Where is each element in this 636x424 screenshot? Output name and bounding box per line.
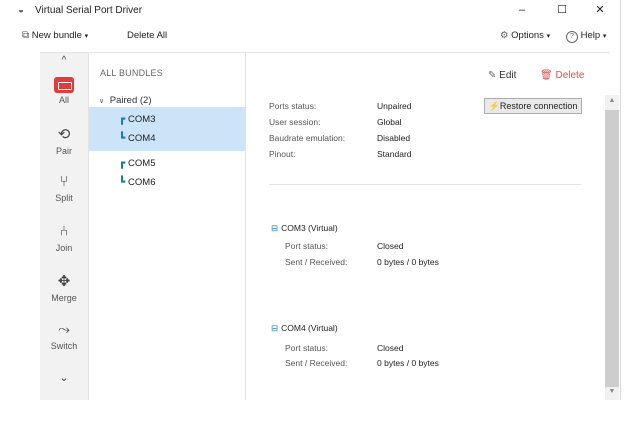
summary-label: Baudrate emulation: (269, 133, 346, 143)
details-scrollbar[interactable]: ▲ ▼ (605, 95, 619, 400)
options-label: Options (511, 30, 544, 41)
app-logo-icon: ◒ (18, 5, 25, 16)
summary-value: Standard (377, 149, 412, 159)
chevron-down-icon: ∨ (99, 98, 105, 105)
edit-label: Edit (499, 70, 517, 81)
sidebar-item-label: Switch (50, 341, 78, 351)
device-value: Closed (377, 241, 404, 251)
pencil-icon: ✎ (488, 70, 497, 81)
device-value: Closed (377, 343, 404, 353)
plug-icon: ⚡ (488, 101, 500, 111)
options-menu[interactable]: ⚙ Options ▾ (500, 30, 550, 41)
port-label: COM4 (128, 133, 156, 144)
gear-icon: ⚙ (500, 30, 509, 41)
sidebar-item-label: Split (55, 193, 73, 203)
title-bar: ◒ Virtual Serial Port Driver – ☐ ✕ (0, 0, 620, 22)
port-label: COM3 (128, 114, 156, 125)
port-item-com6[interactable]: ┗ COM6 (119, 177, 155, 188)
device-label: Port status: (285, 241, 328, 251)
sidebar-item-join[interactable]: ⑃ Join (40, 223, 88, 253)
device-value: 0 bytes / 0 bytes (377, 358, 439, 368)
serial-device-icon: ⊟ (271, 223, 279, 233)
restore-connection-button[interactable]: ⚡Restore connection (484, 98, 582, 114)
device-label: Port status: (285, 343, 328, 353)
port-label: COM6 (128, 177, 156, 188)
section-divider (269, 184, 581, 185)
merge-icon: ✥ (57, 273, 71, 290)
port-link-icon: ┗ (119, 177, 126, 188)
join-icon: ⑃ (59, 223, 69, 240)
scrollbar-thumb[interactable] (605, 110, 619, 387)
help-label: Help (580, 30, 601, 41)
sidebar-item-label: Join (55, 243, 73, 253)
switch-icon: ⤳ (57, 321, 70, 338)
help-menu[interactable]: ? Help ▾ (566, 30, 606, 43)
device-title-com3: ⊟ COM3 (Virtual) (271, 223, 338, 234)
delete-button[interactable]: 🗑 Delete (540, 70, 584, 81)
tree-group-label: Paired (2) (109, 95, 152, 106)
new-bundle-icon: ⧉ (22, 30, 30, 41)
sidebar-item-pair[interactable]: ⟲ Pair (40, 126, 88, 156)
sidebar-scroll-down[interactable]: ⌄ (40, 371, 88, 384)
new-bundle-button[interactable]: ⧉ New bundle ▾ (22, 30, 88, 41)
window-title: Virtual Serial Port Driver (35, 5, 143, 16)
chevron-down-icon: ▾ (546, 33, 551, 40)
device-value: 0 bytes / 0 bytes (377, 257, 439, 267)
restore-label: Restore connection (499, 101, 578, 111)
new-bundle-label: New bundle (31, 30, 82, 41)
sidebar-scroll-up[interactable]: ^ (40, 55, 88, 66)
maximize-button[interactable]: ☐ (547, 1, 577, 19)
summary-label: Ports status: (269, 101, 317, 111)
app-window: ◒ Virtual Serial Port Driver – ☐ ✕ ⧉ New… (0, 0, 621, 400)
split-icon: ⑂ (59, 173, 69, 190)
sidebar-item-all[interactable]: All (40, 77, 88, 105)
pair-icon: ⟲ (57, 126, 71, 143)
tree-heading: ALL BUNDLES (100, 68, 163, 78)
chevron-down-icon: ▾ (84, 33, 89, 40)
summary-label: User session: (269, 117, 321, 127)
edit-button[interactable]: ✎ Edit (488, 70, 516, 81)
toolbar: ⧉ New bundle ▾ Delete All ⚙ Options ▾ ? … (0, 25, 620, 49)
serial-device-icon: ⊟ (271, 323, 279, 333)
port-link-icon: ┏ (119, 158, 126, 169)
close-button[interactable]: ✕ (585, 1, 615, 19)
summary-value: Global (377, 117, 402, 127)
sidebar-item-label: Merge (51, 293, 77, 303)
trash-icon: 🗑 (540, 70, 553, 81)
sidebar-item-switch[interactable]: ⤳ Switch (40, 321, 88, 351)
delete-label: Delete (555, 70, 585, 81)
port-link-icon: ┏ (119, 114, 126, 125)
sidebar-item-split[interactable]: ⑂ Split (40, 173, 88, 203)
delete-all-button[interactable]: Delete All (127, 30, 167, 41)
summary-value: Unpaired (377, 101, 412, 111)
bundle-tree: ALL BUNDLES ∨ Paired (2) ┏ COM3 ┗ COM4 ┏ CO… (89, 53, 246, 400)
summary-label: Pinout: (269, 149, 296, 159)
help-icon: ? (566, 31, 578, 43)
sidebar-item-merge[interactable]: ✥ Merge (40, 273, 88, 303)
device-title-com4: ⊟ COM4 (Virtual) (271, 323, 338, 334)
scroll-up-arrow-icon[interactable]: ▲ (605, 97, 619, 104)
device-title-label: COM3 (Virtual) (281, 223, 338, 233)
bundle-details: ✎ Edit 🗑 Delete ⚡Restore connection Port… (246, 53, 606, 400)
serial-port-icon (54, 77, 74, 93)
device-label: Sent / Received: (285, 358, 348, 368)
scroll-down-arrow-icon[interactable]: ▼ (605, 388, 619, 395)
port-item-com4[interactable]: ┗ COM4 (119, 133, 155, 144)
chevron-up-icon: ^ (61, 55, 67, 66)
port-item-com3[interactable]: ┏ COM3 (119, 114, 155, 125)
bundle-item-selected[interactable] (89, 107, 245, 151)
bundle-type-sidebar: ^ All ⟲ Pair ⑂ Split ⑃ Join ✥ Merge ⤳ Sw… (40, 53, 89, 400)
chevron-down-icon: ▾ (602, 33, 607, 40)
device-title-label: COM4 (Virtual) (281, 323, 338, 333)
port-item-com5[interactable]: ┏ COM5 (119, 158, 155, 169)
sidebar-item-label: All (58, 95, 69, 105)
tree-group-paired[interactable]: ∨ Paired (2) (99, 95, 151, 106)
sidebar-item-label: Pair (55, 146, 72, 156)
port-link-icon: ┗ (119, 133, 126, 144)
port-label: COM5 (128, 158, 156, 169)
summary-value: Disabled (377, 133, 411, 143)
device-label: Sent / Received: (285, 257, 348, 267)
minimize-button[interactable]: – (507, 1, 537, 19)
chevron-down-icon: ⌄ (59, 372, 69, 384)
